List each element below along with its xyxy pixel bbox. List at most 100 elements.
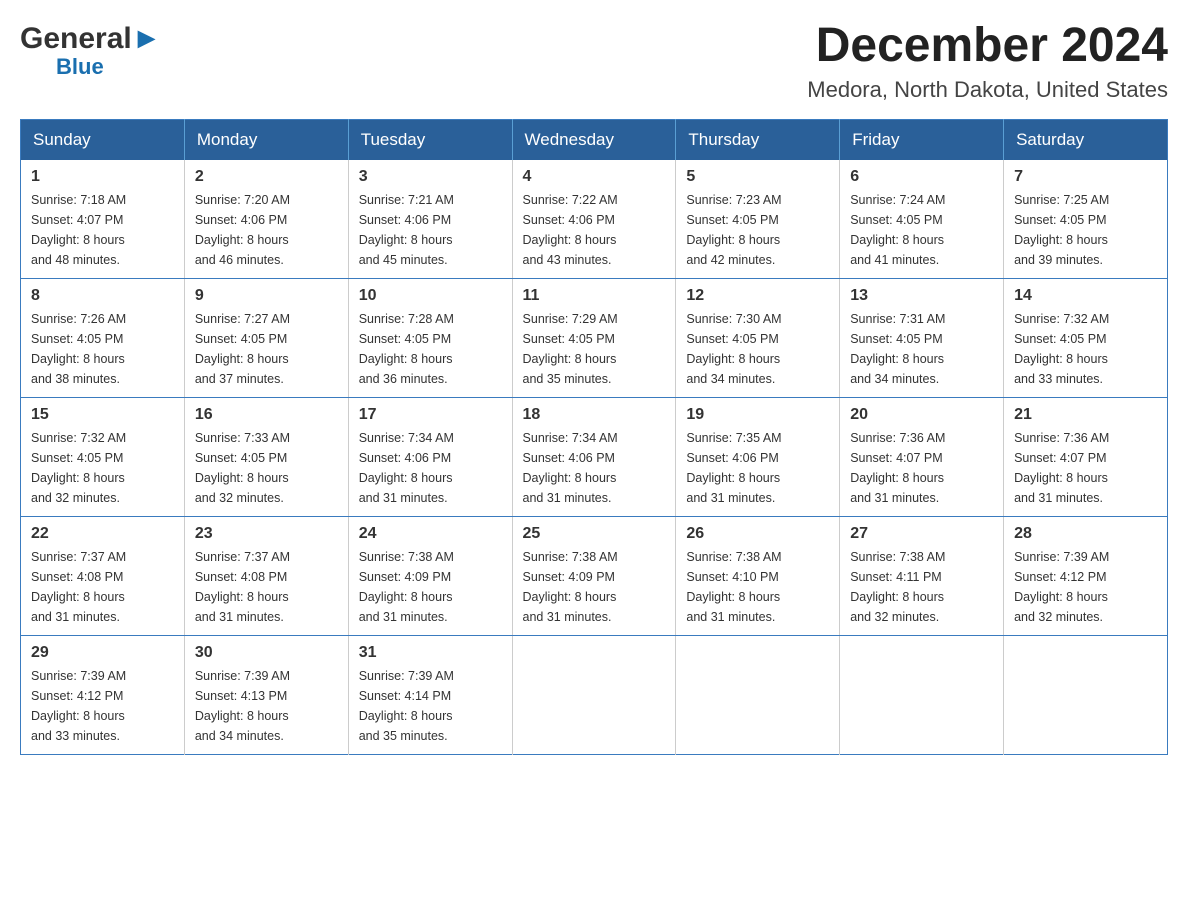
calendar-cell — [676, 635, 840, 754]
calendar-cell: 11 Sunrise: 7:29 AMSunset: 4:05 PMDayligh… — [512, 278, 676, 397]
weekday-header-saturday: Saturday — [1004, 119, 1168, 160]
calendar-cell: 26 Sunrise: 7:38 AMSunset: 4:10 PMDayligh… — [676, 516, 840, 635]
day-info: Sunrise: 7:38 AMSunset: 4:11 PMDaylight:… — [850, 547, 993, 627]
day-info: Sunrise: 7:25 AMSunset: 4:05 PMDaylight:… — [1014, 190, 1157, 270]
calendar-cell: 8 Sunrise: 7:26 AMSunset: 4:05 PMDaylight… — [21, 278, 185, 397]
day-number: 6 — [850, 168, 993, 186]
day-info: Sunrise: 7:32 AMSunset: 4:05 PMDaylight:… — [1014, 309, 1157, 389]
calendar-cell: 14Sunrise: 7:32 AMSunset: 4:05 PMDayligh… — [1004, 278, 1168, 397]
day-number: 3 — [359, 168, 502, 186]
day-number: 4 — [523, 168, 666, 186]
calendar-week-row: 1 Sunrise: 7:18 AMSunset: 4:07 PMDaylight… — [21, 160, 1168, 279]
day-number: 25 — [523, 525, 666, 543]
calendar-cell: 29Sunrise: 7:39 AMSunset: 4:12 PMDayligh… — [21, 635, 185, 754]
calendar-cell: 18 Sunrise: 7:34 AMSunset: 4:06 PMDayligh… — [512, 397, 676, 516]
day-number: 18 — [523, 406, 666, 424]
day-info: Sunrise: 7:34 AMSunset: 4:06 PMDaylight:… — [523, 428, 666, 508]
day-info: Sunrise: 7:18 AMSunset: 4:07 PMDaylight:… — [31, 190, 174, 270]
calendar-cell: 30 Sunrise: 7:39 AMSunset: 4:13 PMDayligh… — [184, 635, 348, 754]
day-info: Sunrise: 7:37 AMSunset: 4:08 PMDaylight:… — [195, 547, 338, 627]
calendar-cell: 13Sunrise: 7:31 AMSunset: 4:05 PMDayligh… — [840, 278, 1004, 397]
day-number: 21 — [1014, 406, 1157, 424]
day-number: 2 — [195, 168, 338, 186]
day-info: Sunrise: 7:32 AMSunset: 4:05 PMDaylight:… — [31, 428, 174, 508]
day-info: Sunrise: 7:38 AMSunset: 4:10 PMDaylight:… — [686, 547, 829, 627]
calendar-cell: 5Sunrise: 7:23 AMSunset: 4:05 PMDaylight… — [676, 160, 840, 279]
day-number: 24 — [359, 525, 502, 543]
day-info: Sunrise: 7:39 AMSunset: 4:12 PMDaylight:… — [1014, 547, 1157, 627]
day-number: 8 — [31, 287, 174, 305]
day-info: Sunrise: 7:37 AMSunset: 4:08 PMDaylight:… — [31, 547, 174, 627]
day-info: Sunrise: 7:39 AMSunset: 4:13 PMDaylight:… — [195, 666, 338, 746]
calendar-cell: 15 Sunrise: 7:32 AMSunset: 4:05 PMDayligh… — [21, 397, 185, 516]
day-info: Sunrise: 7:38 AMSunset: 4:09 PMDaylight:… — [359, 547, 502, 627]
calendar-cell: 31 Sunrise: 7:39 AMSunset: 4:14 PMDayligh… — [348, 635, 512, 754]
day-number: 28 — [1014, 525, 1157, 543]
day-number: 11 — [523, 287, 666, 305]
calendar-cell: 28 Sunrise: 7:39 AMSunset: 4:12 PMDayligh… — [1004, 516, 1168, 635]
weekday-header-tuesday: Tuesday — [348, 119, 512, 160]
weekday-header-thursday: Thursday — [676, 119, 840, 160]
day-info: Sunrise: 7:34 AMSunset: 4:06 PMDaylight:… — [359, 428, 502, 508]
calendar-cell — [512, 635, 676, 754]
calendar-week-row: 15 Sunrise: 7:32 AMSunset: 4:05 PMDayligh… — [21, 397, 1168, 516]
day-number: 9 — [195, 287, 338, 305]
calendar-cell: 27 Sunrise: 7:38 AMSunset: 4:11 PMDayligh… — [840, 516, 1004, 635]
calendar-cell: 17 Sunrise: 7:34 AMSunset: 4:06 PMDayligh… — [348, 397, 512, 516]
weekday-header-sunday: Sunday — [21, 119, 185, 160]
day-number: 31 — [359, 644, 502, 662]
calendar-cell: 3 Sunrise: 7:21 AMSunset: 4:06 PMDaylight… — [348, 160, 512, 279]
logo-general: General — [20, 22, 132, 55]
calendar-cell: 25Sunrise: 7:38 AMSunset: 4:09 PMDayligh… — [512, 516, 676, 635]
day-number: 15 — [31, 406, 174, 424]
day-info: Sunrise: 7:30 AMSunset: 4:05 PMDaylight:… — [686, 309, 829, 389]
calendar-cell: 21 Sunrise: 7:36 AMSunset: 4:07 PMDayligh… — [1004, 397, 1168, 516]
day-info: Sunrise: 7:22 AMSunset: 4:06 PMDaylight:… — [523, 190, 666, 270]
day-number: 19 — [686, 406, 829, 424]
day-info: Sunrise: 7:24 AMSunset: 4:05 PMDaylight:… — [850, 190, 993, 270]
month-title: December 2024 — [807, 20, 1168, 73]
day-info: Sunrise: 7:39 AMSunset: 4:12 PMDaylight:… — [31, 666, 174, 746]
day-info: Sunrise: 7:29 AMSunset: 4:05 PMDaylight:… — [523, 309, 666, 389]
weekday-header-monday: Monday — [184, 119, 348, 160]
day-number: 26 — [686, 525, 829, 543]
day-number: 23 — [195, 525, 338, 543]
logo-blue-text: Blue — [56, 54, 161, 80]
calendar-table: SundayMondayTuesdayWednesdayThursdayFrid… — [20, 119, 1168, 755]
day-number: 16 — [195, 406, 338, 424]
logo: General► Blue — [20, 24, 161, 80]
day-info: Sunrise: 7:26 AMSunset: 4:05 PMDaylight:… — [31, 309, 174, 389]
calendar-cell: 12Sunrise: 7:30 AMSunset: 4:05 PMDayligh… — [676, 278, 840, 397]
day-info: Sunrise: 7:27 AMSunset: 4:05 PMDaylight:… — [195, 309, 338, 389]
day-info: Sunrise: 7:36 AMSunset: 4:07 PMDaylight:… — [1014, 428, 1157, 508]
day-number: 17 — [359, 406, 502, 424]
calendar-cell: 7Sunrise: 7:25 AMSunset: 4:05 PMDaylight… — [1004, 160, 1168, 279]
day-info: Sunrise: 7:21 AMSunset: 4:06 PMDaylight:… — [359, 190, 502, 270]
calendar-cell: 6 Sunrise: 7:24 AMSunset: 4:05 PMDaylight… — [840, 160, 1004, 279]
day-info: Sunrise: 7:36 AMSunset: 4:07 PMDaylight:… — [850, 428, 993, 508]
calendar-cell: 16 Sunrise: 7:33 AMSunset: 4:05 PMDayligh… — [184, 397, 348, 516]
calendar-cell: 2Sunrise: 7:20 AMSunset: 4:06 PMDaylight… — [184, 160, 348, 279]
day-number: 22 — [31, 525, 174, 543]
weekday-header-wednesday: Wednesday — [512, 119, 676, 160]
calendar-cell: 10Sunrise: 7:28 AMSunset: 4:05 PMDayligh… — [348, 278, 512, 397]
day-info: Sunrise: 7:31 AMSunset: 4:05 PMDaylight:… — [850, 309, 993, 389]
weekday-header-row: SundayMondayTuesdayWednesdayThursdayFrid… — [21, 119, 1168, 160]
day-info: Sunrise: 7:39 AMSunset: 4:14 PMDaylight:… — [359, 666, 502, 746]
weekday-header-friday: Friday — [840, 119, 1004, 160]
day-info: Sunrise: 7:33 AMSunset: 4:05 PMDaylight:… — [195, 428, 338, 508]
day-number: 10 — [359, 287, 502, 305]
calendar-cell: 24 Sunrise: 7:38 AMSunset: 4:09 PMDayligh… — [348, 516, 512, 635]
calendar-week-row: 8 Sunrise: 7:26 AMSunset: 4:05 PMDaylight… — [21, 278, 1168, 397]
calendar-cell: 20Sunrise: 7:36 AMSunset: 4:07 PMDayligh… — [840, 397, 1004, 516]
location-subtitle: Medora, North Dakota, United States — [807, 77, 1168, 103]
calendar-cell: 23 Sunrise: 7:37 AMSunset: 4:08 PMDayligh… — [184, 516, 348, 635]
day-number: 27 — [850, 525, 993, 543]
calendar-cell: 9 Sunrise: 7:27 AMSunset: 4:05 PMDaylight… — [184, 278, 348, 397]
calendar-cell: 19 Sunrise: 7:35 AMSunset: 4:06 PMDayligh… — [676, 397, 840, 516]
calendar-cell: 1 Sunrise: 7:18 AMSunset: 4:07 PMDaylight… — [21, 160, 185, 279]
day-info: Sunrise: 7:23 AMSunset: 4:05 PMDaylight:… — [686, 190, 829, 270]
day-number: 30 — [195, 644, 338, 662]
day-number: 1 — [31, 168, 174, 186]
day-info: Sunrise: 7:35 AMSunset: 4:06 PMDaylight:… — [686, 428, 829, 508]
